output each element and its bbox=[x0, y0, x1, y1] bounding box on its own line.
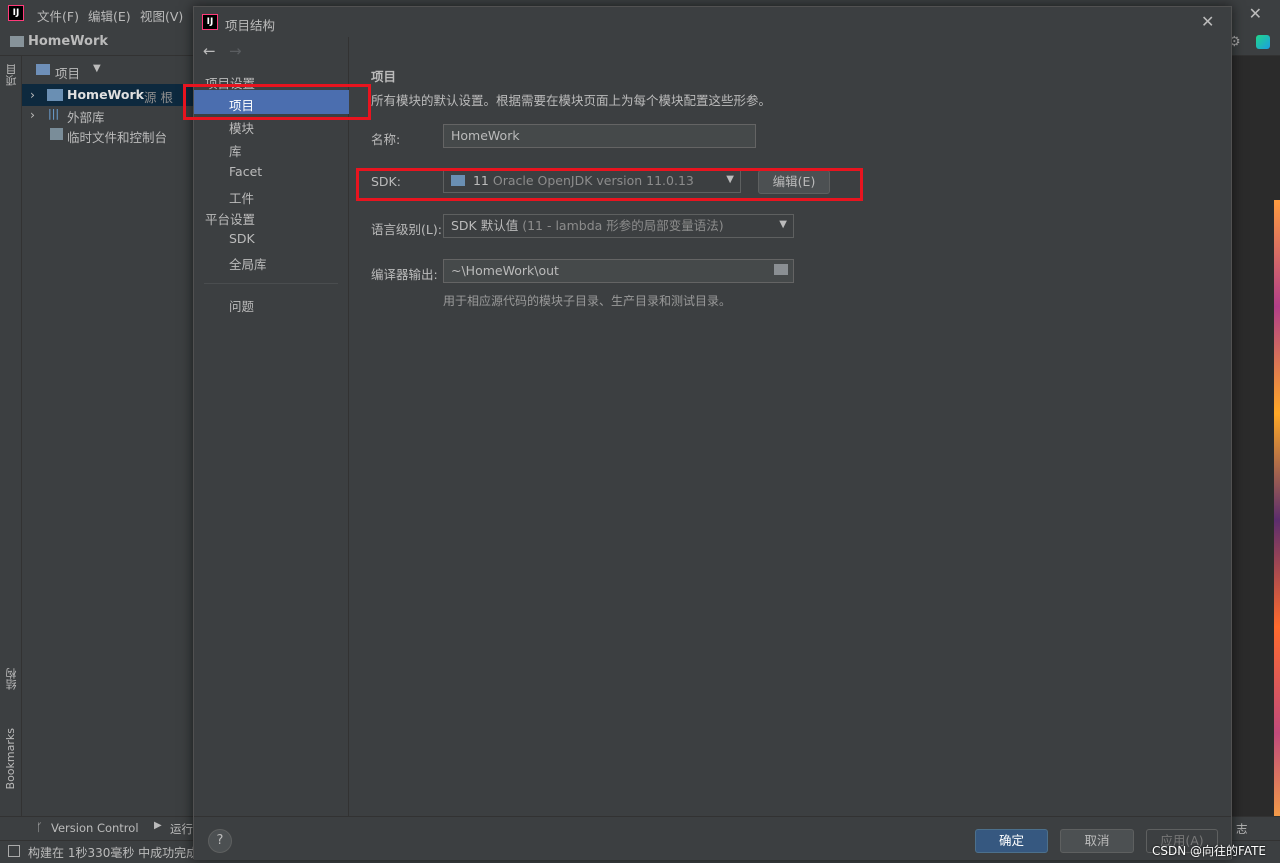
chevron-right-icon[interactable]: › bbox=[30, 87, 35, 102]
left-tool-stripe: 项目 结构 Bookmarks bbox=[0, 56, 22, 846]
menu-file[interactable]: 文件(F) bbox=[37, 6, 79, 25]
tab-run[interactable]: 运行 bbox=[170, 821, 193, 837]
highlight-box-project bbox=[183, 84, 371, 120]
menu-view[interactable]: 视图(V) bbox=[140, 6, 183, 25]
tab-event-log-fragment[interactable]: 志 bbox=[1236, 821, 1248, 837]
sidebar-item-problems[interactable]: 问题 bbox=[229, 296, 254, 315]
library-icon: ||| bbox=[48, 107, 60, 120]
window-close-icon[interactable]: ✕ bbox=[1249, 4, 1262, 23]
sidebar-item-artifacts[interactable]: 工件 bbox=[229, 188, 254, 207]
tab-version-control[interactable]: Version Control bbox=[51, 821, 139, 835]
compiler-output-label: 编译器输出: bbox=[371, 267, 438, 282]
project-tool-window bbox=[22, 56, 193, 816]
tree-item-homework[interactable]: HomeWork bbox=[67, 87, 144, 102]
sidebar-header-platform-settings: 平台设置 bbox=[205, 212, 256, 227]
dialog-title-bar: IJ 项目结构 ✕ bbox=[194, 7, 1231, 37]
tree-item-external-libraries[interactable]: 外部库 bbox=[67, 107, 105, 126]
intellij-logo-icon: IJ bbox=[8, 5, 24, 21]
ok-button[interactable]: 确定 bbox=[975, 829, 1048, 853]
status-message: 构建在 1秒330毫秒 中成功完成 bbox=[28, 846, 199, 860]
language-level-select[interactable]: SDK 默认值 (11 - lambda 形参的局部变量语法) ▼ bbox=[443, 214, 794, 238]
jetbrains-plugin-icon[interactable] bbox=[1256, 35, 1270, 49]
desktop-background-strip bbox=[1274, 200, 1280, 840]
dialog-content-pane bbox=[350, 37, 1231, 816]
chevron-down-icon[interactable]: ▼ bbox=[93, 63, 101, 74]
compiler-output-value: ~\HomeWork\out bbox=[451, 263, 559, 278]
scratches-icon bbox=[50, 128, 63, 140]
sidebar-item-facets[interactable]: Facet bbox=[229, 164, 262, 179]
editor-right-edge bbox=[1232, 56, 1280, 846]
sidebar-divider bbox=[204, 283, 338, 284]
ide-project-name[interactable]: HomeWork bbox=[28, 34, 108, 49]
dialog-close-icon[interactable]: ✕ bbox=[1201, 12, 1214, 31]
chevron-down-icon: ▼ bbox=[779, 219, 787, 230]
intellij-logo-icon: IJ bbox=[202, 14, 218, 30]
cancel-button[interactable]: 取消 bbox=[1060, 829, 1134, 853]
language-level-value: SDK 默认值 bbox=[451, 218, 519, 233]
arrow-right-icon[interactable]: → bbox=[229, 42, 242, 60]
tree-item-source-root-label: 源 根 bbox=[144, 90, 173, 105]
dialog-sidebar bbox=[194, 37, 349, 816]
language-level-detail: (11 - lambda 形参的局部变量语法) bbox=[522, 218, 724, 233]
sidebar-item-sdks[interactable]: SDK bbox=[229, 231, 255, 246]
tree-item-scratches[interactable]: 临时文件和控制台 bbox=[67, 127, 167, 146]
watermark: CSDN @向往的FATE bbox=[1152, 844, 1267, 858]
stripe-tab-bookmarks[interactable]: Bookmarks bbox=[4, 728, 17, 789]
arrow-left-icon[interactable]: ← bbox=[203, 42, 216, 60]
project-name-field[interactable]: HomeWork bbox=[443, 124, 756, 148]
name-label: 名称: bbox=[371, 132, 401, 147]
compiler-output-field[interactable]: ~\HomeWork\out bbox=[443, 259, 794, 283]
project-view-dropdown[interactable]: 项目 bbox=[55, 63, 80, 82]
status-toggle-icon[interactable] bbox=[8, 845, 20, 857]
branch-icon: ᚴ bbox=[36, 821, 43, 834]
project-folder-icon bbox=[10, 36, 24, 47]
project-view-icon bbox=[36, 64, 50, 75]
run-icon: ▶ bbox=[154, 820, 162, 831]
compiler-output-hint: 用于相应源代码的模块子目录、生产目录和测试目录。 bbox=[443, 294, 732, 308]
sidebar-item-modules[interactable]: 模块 bbox=[229, 118, 254, 137]
content-title: 项目 bbox=[371, 69, 397, 84]
folder-icon bbox=[47, 89, 63, 101]
dialog-title: 项目结构 bbox=[225, 18, 276, 33]
stripe-tab-structure[interactable]: 结构 bbox=[4, 668, 20, 690]
content-description: 所有模块的默认设置。根据需要在模块页面上为每个模块配置这些形参。 bbox=[371, 93, 772, 108]
sidebar-item-global-libraries[interactable]: 全局库 bbox=[229, 254, 267, 273]
sidebar-item-libraries[interactable]: 库 bbox=[229, 141, 242, 160]
menu-edit[interactable]: 编辑(E) bbox=[88, 6, 131, 25]
highlight-box-sdk bbox=[356, 168, 863, 201]
project-structure-dialog: IJ 项目结构 ✕ ← → 项目设置 项目 模块 库 Facet 工件 平台设置… bbox=[193, 6, 1232, 860]
open-folder-icon[interactable] bbox=[774, 264, 788, 275]
language-level-label: 语言级别(L): bbox=[371, 222, 442, 237]
stripe-tab-project[interactable]: 项目 bbox=[4, 64, 20, 86]
help-button[interactable]: ? bbox=[208, 829, 232, 853]
chevron-right-icon[interactable]: › bbox=[30, 107, 35, 122]
